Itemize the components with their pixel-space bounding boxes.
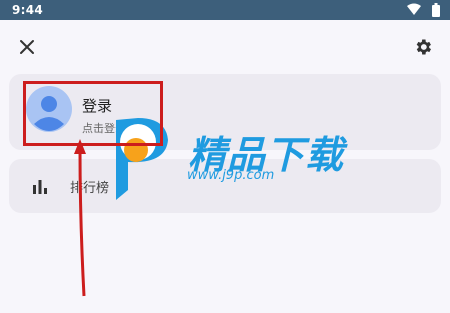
battery-icon xyxy=(432,3,440,17)
close-icon[interactable] xyxy=(18,38,36,56)
watermark-url: www.j9p.com xyxy=(187,168,275,183)
bar-chart-icon xyxy=(33,180,47,194)
gear-icon[interactable] xyxy=(413,37,433,57)
status-time: 9:44 xyxy=(12,3,44,17)
status-bar: 9:44 xyxy=(0,0,450,20)
wifi-icon xyxy=(406,3,421,15)
status-icons xyxy=(401,3,440,17)
highlight-box xyxy=(23,81,163,146)
